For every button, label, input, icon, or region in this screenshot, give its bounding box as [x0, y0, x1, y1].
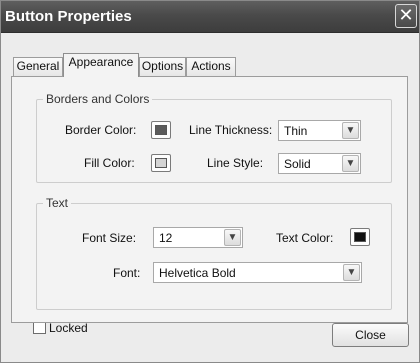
tab-options[interactable]: Options: [139, 57, 186, 76]
chevron-down-icon[interactable]: ▼: [224, 229, 241, 246]
appearance-panel: Borders and Colors Border Color: Line Th…: [11, 76, 408, 323]
font-size-select[interactable]: 12 ▼: [153, 227, 243, 248]
button-properties-dialog: Button Properties ✕ General Appearance O…: [0, 0, 420, 363]
font-size-value: 12: [159, 231, 173, 245]
font-value: Helvetica Bold: [159, 266, 236, 280]
line-style-value: Solid: [284, 157, 311, 171]
text-legend: Text: [43, 196, 72, 210]
chevron-down-icon[interactable]: ▼: [342, 122, 359, 139]
fill-color-label: Fill Color:: [84, 156, 135, 170]
text-color-fill: [354, 232, 366, 242]
line-style-label: Line Style:: [207, 156, 264, 170]
dialog-body: General Appearance Options Actions Borde…: [5, 34, 415, 359]
text-color-label: Text Color:: [276, 231, 334, 245]
close-button[interactable]: Close: [332, 323, 409, 347]
borders-colors-legend: Borders and Colors: [43, 92, 153, 106]
text-color-swatch[interactable]: [350, 228, 370, 246]
tab-general[interactable]: General: [13, 57, 63, 76]
line-thickness-label: Line Thickness:: [189, 123, 273, 137]
borders-colors-group: Borders and Colors Border Color: Line Th…: [36, 92, 392, 183]
line-thickness-select[interactable]: Thin ▼: [278, 120, 361, 141]
window-title: Button Properties: [5, 8, 132, 25]
chevron-down-icon[interactable]: ▼: [343, 264, 360, 281]
chevron-down-icon[interactable]: ▼: [342, 155, 359, 172]
border-color-fill: [155, 125, 167, 135]
font-size-label: Font Size:: [82, 231, 137, 245]
border-color-swatch[interactable]: [151, 121, 171, 139]
line-thickness-value: Thin: [284, 124, 308, 138]
font-select[interactable]: Helvetica Bold ▼: [153, 262, 362, 283]
close-icon[interactable]: ✕: [395, 4, 417, 28]
border-color-label: Border Color:: [65, 123, 137, 137]
fill-color-fill: [155, 158, 167, 168]
fill-color-swatch[interactable]: [151, 154, 171, 172]
text-group: Text Font Size: 12 ▼ Text Color: Font: H…: [36, 196, 392, 310]
font-label: Font:: [113, 266, 141, 280]
tab-appearance[interactable]: Appearance: [63, 53, 139, 77]
line-style-select[interactable]: Solid ▼: [278, 153, 361, 174]
locked-label[interactable]: Locked: [49, 321, 88, 335]
title-bar[interactable]: Button Properties ✕: [1, 1, 419, 33]
tab-actions[interactable]: Actions: [186, 57, 236, 76]
